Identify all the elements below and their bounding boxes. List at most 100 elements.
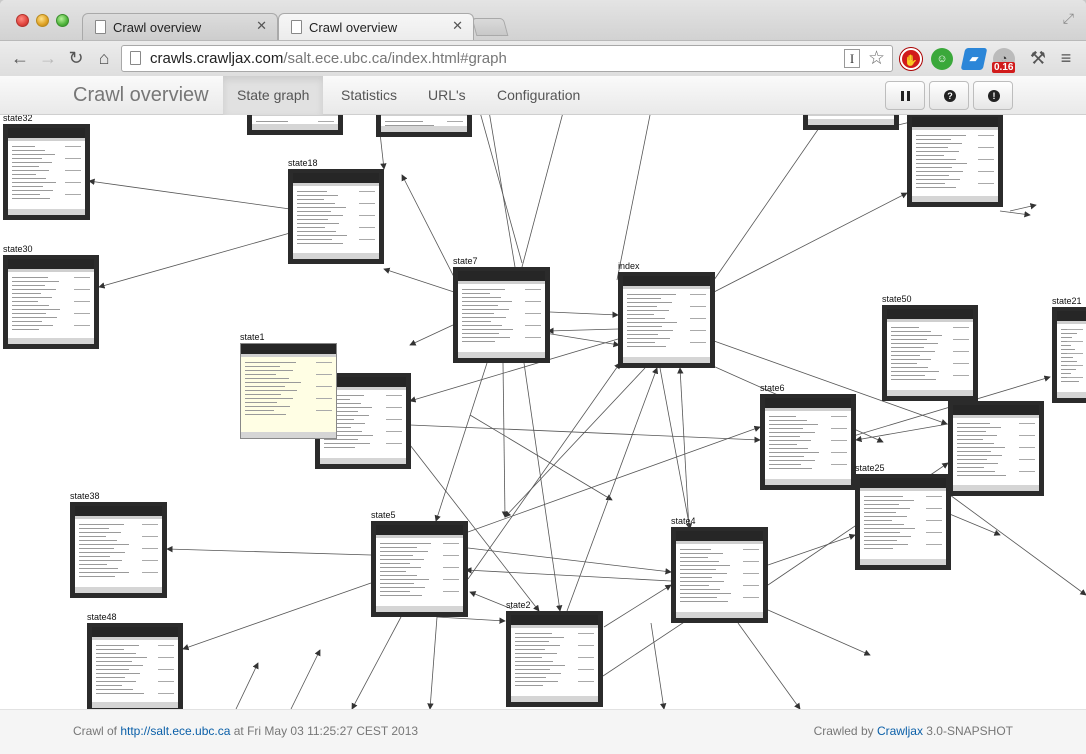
node-thumbnail: [87, 623, 183, 713]
node-state4[interactable]: state4: [671, 516, 768, 623]
app-navbar: Crawl overview State graph Statistics UR…: [0, 76, 1086, 115]
browser-toolbar: ← → ↻ ⌂ crawls.crawljax.com/salt.ece.ubc…: [0, 40, 1086, 76]
node-state48[interactable]: state48: [87, 612, 183, 713]
graph-edge: [383, 267, 455, 293]
node-state18[interactable]: state18: [288, 158, 384, 264]
reload-icon[interactable]: ↻: [64, 46, 88, 70]
browser-window: Crawl overview ✕ Crawl overview ✕ ⤢ ← → …: [0, 0, 1086, 754]
node-label: state30: [3, 244, 33, 254]
node-thumbnail: [506, 611, 603, 707]
brand-title[interactable]: Crawl overview: [73, 84, 209, 107]
tab-urls[interactable]: URL's: [414, 76, 480, 115]
url-host: crawls.crawljax.com: [150, 50, 284, 67]
graph-edge: [434, 362, 488, 522]
menu-icon[interactable]: ≡: [1054, 46, 1078, 70]
url-text[interactable]: crawls.crawljax.com/salt.ece.ubc.ca/inde…: [150, 50, 507, 67]
home-icon[interactable]: ⌂: [92, 46, 116, 70]
node-state6[interactable]: state6: [760, 383, 856, 490]
reader-icon[interactable]: I: [844, 49, 860, 68]
graph-edge: [469, 414, 613, 501]
graph-edge: [480, 115, 523, 264]
node-state38[interactable]: state38: [70, 491, 167, 598]
graph-edge: [467, 425, 761, 533]
node-thumbnail: [371, 521, 468, 617]
site-link[interactable]: http://salt.ece.ubc.ca: [120, 724, 230, 738]
node-state21[interactable]: state21: [1052, 296, 1086, 403]
browser-tab-1[interactable]: Crawl overview ✕: [82, 13, 278, 40]
node-state5[interactable]: state5: [371, 510, 468, 617]
node-top-d[interactable]: [907, 113, 1003, 207]
node-state-right[interactable]: [948, 401, 1044, 496]
fullscreen-icon[interactable]: ⤢: [1063, 10, 1074, 27]
tab-statistics[interactable]: Statistics: [327, 76, 411, 115]
node-label: state2: [506, 600, 531, 610]
adblock-icon[interactable]: ✋: [900, 48, 922, 70]
forward-icon[interactable]: →: [36, 46, 60, 70]
node-thumbnail: [907, 113, 1003, 207]
node-state1[interactable]: state1: [240, 332, 337, 439]
node-state7[interactable]: state7: [453, 256, 550, 363]
extension-blue-icon[interactable]: ▰: [960, 48, 988, 70]
page-icon: [291, 20, 302, 34]
node-label: state1: [240, 332, 265, 342]
graph-edge: [650, 622, 667, 709]
node-label: state6: [760, 383, 785, 393]
node-thumbnail: [1052, 307, 1086, 403]
node-thumbnail: [453, 267, 550, 363]
tab-state-graph[interactable]: State graph: [223, 76, 324, 115]
extension-badge: 0.16: [992, 62, 1016, 73]
graph-edge: [166, 545, 372, 556]
state-graph[interactable]: state32 state18 state30 state7 index sta…: [0, 99, 1086, 713]
browser-tab-2[interactable]: Crawl overview ✕: [278, 13, 474, 40]
graph-edge: [409, 324, 454, 346]
graph-edge: [949, 494, 1086, 596]
node-state25[interactable]: state25: [855, 463, 951, 570]
star-icon[interactable]: ☆: [868, 47, 885, 70]
pause-button[interactable]: [885, 81, 925, 110]
minimize-window-button[interactable]: [36, 14, 49, 27]
node-thumbnail: [288, 169, 384, 264]
graph-edge: [677, 367, 690, 530]
graph-edge: [401, 174, 455, 278]
new-tab-button[interactable]: [471, 18, 509, 36]
close-tab-icon[interactable]: ✕: [452, 18, 463, 34]
page-footer: Crawl of http://salt.ece.ubc.ca at Fri M…: [0, 709, 1086, 754]
close-window-button[interactable]: [16, 14, 29, 27]
zoom-window-button[interactable]: [56, 14, 69, 27]
page-content: Crawl overview State graph Statistics UR…: [0, 76, 1086, 754]
tab-title: Crawl overview: [113, 20, 202, 35]
node-state2[interactable]: state2: [506, 600, 603, 707]
help-button[interactable]: ?: [929, 81, 969, 110]
crawljax-link[interactable]: Crawljax: [877, 724, 923, 738]
graph-edge: [98, 232, 291, 289]
graph-edge: [544, 332, 620, 348]
page-icon: [130, 51, 141, 65]
crawled-by: Crawled by Crawljax 3.0-SNAPSHOT: [814, 724, 1013, 738]
node-label: state25: [855, 463, 885, 473]
node-state50[interactable]: state50: [882, 294, 978, 401]
graph-edge: [436, 616, 506, 624]
address-bar[interactable]: crawls.crawljax.com/salt.ece.ubc.ca/inde…: [121, 45, 893, 72]
tab-strip: Crawl overview ✕ Crawl overview ✕ ⤢: [0, 0, 1086, 40]
tab-title: Crawl overview: [309, 20, 398, 35]
graph-edge: [603, 584, 672, 628]
back-icon[interactable]: ←: [8, 46, 32, 70]
node-label: state38: [70, 491, 100, 501]
graph-edge: [999, 210, 1031, 218]
wrench-icon[interactable]: ⚒: [1026, 46, 1050, 70]
node-index[interactable]: index: [618, 261, 715, 368]
node-state30[interactable]: state30: [3, 244, 99, 349]
node-thumbnail: [948, 401, 1044, 496]
graph-edge: [767, 533, 856, 566]
graph-edge: [88, 178, 291, 210]
node-state32[interactable]: state32: [3, 113, 90, 220]
power-icon: !: [988, 90, 1000, 102]
stop-button[interactable]: !: [973, 81, 1013, 110]
tab-configuration[interactable]: Configuration: [483, 76, 594, 115]
graph-edge: [290, 649, 321, 709]
close-tab-icon[interactable]: ✕: [256, 18, 267, 34]
extension-green-icon[interactable]: ☺: [931, 48, 953, 70]
graph-edge: [504, 367, 646, 518]
node-thumbnail: [671, 527, 768, 623]
graph-edge: [1009, 203, 1037, 212]
